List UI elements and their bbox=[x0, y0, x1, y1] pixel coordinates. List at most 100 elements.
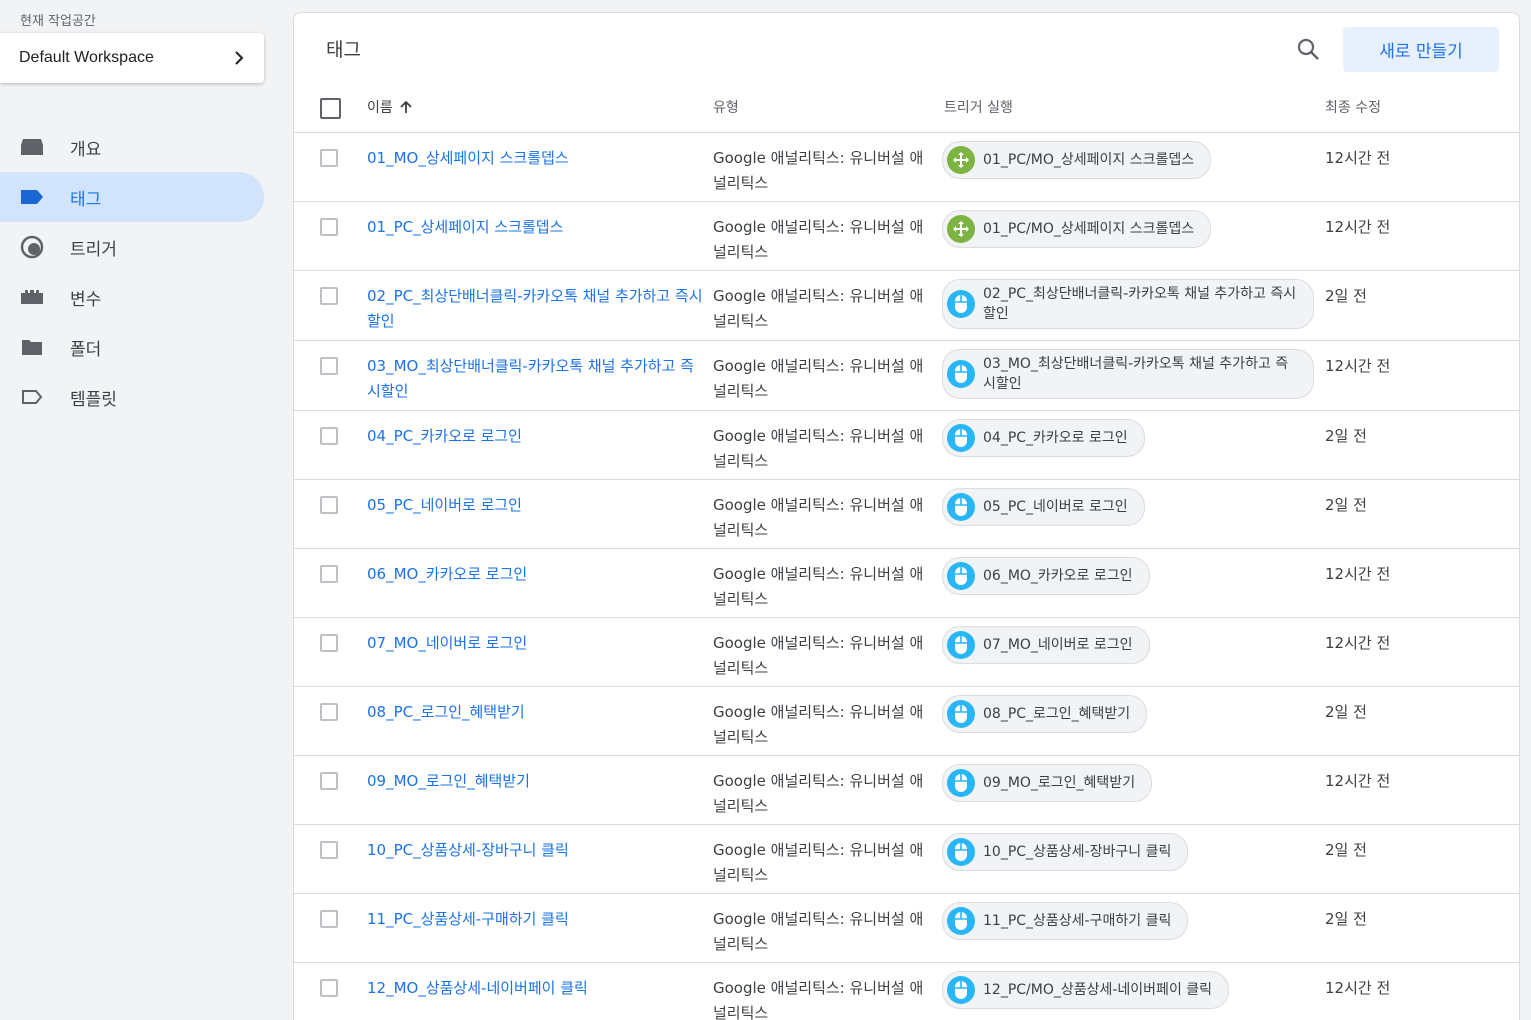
tag-name-link[interactable]: 01_MO_상세페이지 스크롤뎁스 bbox=[367, 146, 707, 171]
tag-type: Google 애널리틱스: 유니버설 애널리틱스 bbox=[713, 979, 924, 1020]
row-checkbox[interactable] bbox=[320, 287, 338, 305]
table-row[interactable]: 07_MO_네이버로 로그인 Google 애널리틱스: 유니버설 애널리틱스 07… bbox=[294, 618, 1519, 687]
trigger-chip-label: 07_MO_네이버로 로그인 bbox=[983, 637, 1133, 653]
tag-name-link[interactable]: 10_PC_상품상세-장바구니 클릭 bbox=[367, 838, 707, 863]
tags-panel: 태그 새로 만들기 이름 유형 트리거 실행 최종 수정 01_MO_상세페이지… bbox=[293, 12, 1520, 1020]
trigger-chip[interactable]: 09_MO_로그인_혜택받기 bbox=[942, 764, 1153, 802]
table-row[interactable]: 02_PC_최상단배너클릭-카카오톡 채널 추가하고 즉시할인 Google 애널… bbox=[294, 271, 1519, 341]
tag-type: Google 애널리틱스: 유니버설 애널리틱스 bbox=[713, 357, 924, 400]
row-checkbox[interactable] bbox=[320, 772, 338, 790]
search-button[interactable] bbox=[1294, 35, 1322, 63]
row-checkbox[interactable] bbox=[320, 149, 338, 167]
trigger-chip-label: 05_PC_네이버로 로그인 bbox=[983, 499, 1128, 515]
trigger-chip[interactable]: 02_PC_최상단배너클릭-카카오톡 채널 추가하고 즉시할인 bbox=[942, 279, 1314, 329]
last-modified: 12시간 전 bbox=[1325, 979, 1391, 997]
tag-name-link[interactable]: 06_MO_카카오로 로그인 bbox=[367, 562, 707, 587]
select-all-checkbox[interactable] bbox=[320, 98, 341, 119]
sidebar-item-templates[interactable]: 템플릿 bbox=[0, 372, 264, 422]
tag-name-link[interactable]: 02_PC_최상단배너클릭-카카오톡 채널 추가하고 즉시할인 bbox=[367, 284, 707, 334]
table-row[interactable]: 11_PC_상품상세-구매하기 클릭 Google 애널리틱스: 유니버설 애널리… bbox=[294, 894, 1519, 963]
tag-name-link[interactable]: 11_PC_상품상세-구매하기 클릭 bbox=[367, 907, 707, 932]
table-row[interactable]: 06_MO_카카오로 로그인 Google 애널리틱스: 유니버설 애널리틱스 06… bbox=[294, 549, 1519, 618]
click-trigger-icon bbox=[947, 976, 975, 1004]
sidebar-item-overview[interactable]: 개요 bbox=[0, 122, 264, 172]
table-row[interactable]: 10_PC_상품상세-장바구니 클릭 Google 애널리틱스: 유니버설 애널리… bbox=[294, 825, 1519, 894]
sidebar-item-folders[interactable]: 폴더 bbox=[0, 322, 264, 372]
last-modified: 2일 전 bbox=[1325, 910, 1367, 928]
trigger-chip-label: 09_MO_로그인_혜택받기 bbox=[983, 775, 1136, 791]
tag-name-link[interactable]: 12_MO_상품상세-네이버페이 클릭 bbox=[367, 976, 707, 1001]
tag-name-link[interactable]: 03_MO_최상단배너클릭-카카오톡 채널 추가하고 즉시할인 bbox=[367, 354, 707, 404]
workspace-selector[interactable]: Default Workspace bbox=[0, 33, 264, 83]
tag-name-link[interactable]: 09_MO_로그인_혜택받기 bbox=[367, 769, 707, 794]
click-trigger-icon bbox=[947, 493, 975, 521]
table-row[interactable]: 09_MO_로그인_혜택받기 Google 애널리틱스: 유니버설 애널리틱스 09… bbox=[294, 756, 1519, 825]
trigger-chip[interactable]: 01_PC/MO_상세페이지 스크롤뎁스 bbox=[942, 141, 1212, 179]
tag-type: Google 애널리틱스: 유니버설 애널리틱스 bbox=[713, 772, 924, 815]
table-row[interactable]: 01_PC_상세페이지 스크롤뎁스 Google 애널리틱스: 유니버설 애널리틱… bbox=[294, 202, 1519, 271]
workspace-label: 현재 작업공간 bbox=[20, 14, 96, 29]
trigger-chip[interactable]: 06_MO_카카오로 로그인 bbox=[942, 557, 1150, 595]
trigger-chip-label: 03_MO_최상단배너클릭-카카오톡 채널 추가하고 즉시할인 bbox=[983, 356, 1289, 392]
last-modified: 2일 전 bbox=[1325, 496, 1367, 514]
arrow-up-icon bbox=[400, 100, 412, 113]
row-checkbox[interactable] bbox=[320, 634, 338, 652]
trigger-chip-label: 08_PC_로그인_혜택받기 bbox=[983, 706, 1131, 722]
trigger-chip-label: 06_MO_카카오로 로그인 bbox=[983, 568, 1133, 584]
row-checkbox[interactable] bbox=[320, 357, 338, 375]
table-row[interactable]: 08_PC_로그인_혜택받기 Google 애널리틱스: 유니버설 애널리틱스 08… bbox=[294, 687, 1519, 756]
row-checkbox[interactable] bbox=[320, 565, 338, 583]
trigger-chip[interactable]: 07_MO_네이버로 로그인 bbox=[942, 626, 1150, 664]
row-checkbox[interactable] bbox=[320, 218, 338, 236]
table-row[interactable]: 04_PC_카카오로 로그인 Google 애널리틱스: 유니버설 애널리틱스 04… bbox=[294, 411, 1519, 480]
table-row[interactable]: 12_MO_상품상세-네이버페이 클릭 Google 애널리틱스: 유니버설 애널… bbox=[294, 963, 1519, 1020]
sidebar-item-tags[interactable]: 태그 bbox=[0, 172, 264, 222]
trigger-chip[interactable]: 12_PC/MO_상품상세-네이버페이 클릭 bbox=[942, 971, 1230, 1009]
row-checkbox[interactable] bbox=[320, 427, 338, 445]
table-row[interactable]: 05_PC_네이버로 로그인 Google 애널리틱스: 유니버설 애널리틱스 05… bbox=[294, 480, 1519, 549]
table-row[interactable]: 03_MO_최상단배너클릭-카카오톡 채널 추가하고 즉시할인 Google 애널… bbox=[294, 341, 1519, 411]
tag-name-link[interactable]: 04_PC_카카오로 로그인 bbox=[367, 424, 707, 449]
column-header-name[interactable]: 이름 bbox=[367, 97, 413, 117]
click-trigger-icon bbox=[947, 424, 975, 452]
row-checkbox[interactable] bbox=[320, 841, 338, 859]
trigger-chip[interactable]: 08_PC_로그인_혜택받기 bbox=[942, 695, 1148, 733]
trigger-chip-label: 01_PC/MO_상세페이지 스크롤뎁스 bbox=[983, 152, 1195, 168]
table-header: 이름 유형 트리거 실행 최종 수정 bbox=[294, 91, 1519, 133]
row-checkbox[interactable] bbox=[320, 496, 338, 514]
click-trigger-icon bbox=[947, 290, 975, 318]
page-title: 태그 bbox=[326, 39, 361, 61]
column-header-modified[interactable]: 최종 수정 bbox=[1325, 97, 1381, 117]
row-checkbox[interactable] bbox=[320, 979, 338, 997]
trigger-chip[interactable]: 01_PC/MO_상세페이지 스크롤뎁스 bbox=[942, 210, 1212, 248]
sidebar-item-label: 폴더 bbox=[70, 339, 102, 360]
tag-icon bbox=[20, 185, 44, 209]
last-modified: 2일 전 bbox=[1325, 427, 1367, 445]
tag-name-link[interactable]: 01_PC_상세페이지 스크롤뎁스 bbox=[367, 215, 707, 240]
last-modified: 12시간 전 bbox=[1325, 634, 1391, 652]
table-row[interactable]: 01_MO_상세페이지 스크롤뎁스 Google 애널리틱스: 유니버설 애널리틱… bbox=[294, 133, 1519, 202]
tag-type: Google 애널리틱스: 유니버설 애널리틱스 bbox=[713, 218, 924, 261]
tag-type: Google 애널리틱스: 유니버설 애널리틱스 bbox=[713, 565, 924, 608]
new-tag-button[interactable]: 새로 만들기 bbox=[1343, 27, 1499, 72]
tag-type: Google 애널리틱스: 유니버설 애널리틱스 bbox=[713, 287, 924, 330]
last-modified: 2일 전 bbox=[1325, 703, 1367, 721]
trigger-chip-label: 02_PC_최상단배너클릭-카카오톡 채널 추가하고 즉시할인 bbox=[983, 286, 1297, 322]
trigger-chip[interactable]: 05_PC_네이버로 로그인 bbox=[942, 488, 1145, 526]
sidebar-item-triggers[interactable]: 트리거 bbox=[0, 222, 264, 272]
tag-name-link[interactable]: 07_MO_네이버로 로그인 bbox=[367, 631, 707, 656]
row-checkbox[interactable] bbox=[320, 703, 338, 721]
sidebar-item-variables[interactable]: 변수 bbox=[0, 272, 264, 322]
trigger-chip[interactable]: 04_PC_카카오로 로그인 bbox=[942, 419, 1145, 457]
column-header-type[interactable]: 유형 bbox=[713, 97, 739, 117]
trigger-chip[interactable]: 10_PC_상품상세-장바구니 클릭 bbox=[942, 833, 1189, 871]
trigger-chip-label: 01_PC/MO_상세페이지 스크롤뎁스 bbox=[983, 221, 1195, 237]
column-header-trigger[interactable]: 트리거 실행 bbox=[944, 97, 1013, 117]
sidebar: 현재 작업공간 Default Workspace 개요 태그 트리거 변수 폴… bbox=[0, 0, 280, 1020]
row-checkbox[interactable] bbox=[320, 910, 338, 928]
click-trigger-icon bbox=[947, 360, 975, 388]
trigger-chip[interactable]: 11_PC_상품상세-구매하기 클릭 bbox=[942, 902, 1189, 940]
trigger-chip[interactable]: 03_MO_최상단배너클릭-카카오톡 채널 추가하고 즉시할인 bbox=[942, 349, 1314, 399]
tag-name-link[interactable]: 05_PC_네이버로 로그인 bbox=[367, 493, 707, 518]
tag-name-link[interactable]: 08_PC_로그인_혜택받기 bbox=[367, 700, 707, 725]
